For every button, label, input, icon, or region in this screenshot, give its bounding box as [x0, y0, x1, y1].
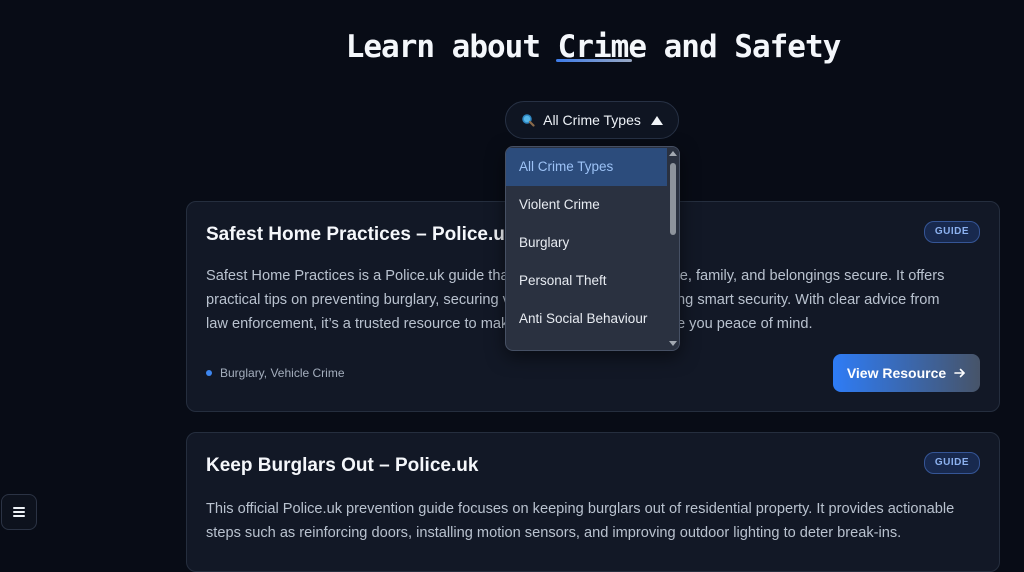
resource-title[interactable]: Keep Burglars Out – Police.uk [206, 455, 478, 477]
crime-type-dropdown[interactable]: All Crime Types Violent Crime Burglary P… [505, 146, 680, 351]
dropdown-option-anti-social-behaviour[interactable]: Anti Social Behaviour [506, 300, 669, 338]
description-line: steps such as reinforcing doors, install… [206, 525, 902, 541]
dropdown-scrollbar[interactable] [667, 147, 679, 350]
crime-type-filter-button[interactable]: All Crime Types [505, 101, 679, 139]
resource-title[interactable]: Safest Home Practices – Police.uk [206, 224, 515, 246]
dropdown-option-all-crime-types[interactable]: All Crime Types [506, 148, 669, 186]
tags-text: Burglary, Vehicle Crime [220, 366, 345, 380]
filter-label: All Crime Types [543, 112, 641, 128]
title-underline [556, 59, 632, 62]
search-icon [522, 114, 535, 127]
resource-type-badge: GUIDE [923, 221, 980, 243]
dropdown-option-personal-theft[interactable]: Personal Theft [506, 262, 669, 300]
view-resource-label: View Resource [846, 365, 947, 381]
resource-description: This official Police.uk prevention guide… [206, 497, 980, 545]
page-title: Learn about Crime and Safety [345, 28, 842, 65]
dropdown-option-burglary[interactable]: Burglary [506, 224, 669, 262]
hamburger-menu-icon [13, 507, 25, 517]
menu-button[interactable] [1, 494, 37, 530]
tag-dot-icon [206, 370, 212, 376]
dropdown-option-violent-crime[interactable]: Violent Crime [506, 186, 669, 224]
view-resource-button[interactable]: View Resource [833, 354, 980, 392]
scrollbar-thumb[interactable] [670, 163, 676, 235]
caret-up-icon [650, 115, 663, 125]
resource-tags: Burglary, Vehicle Crime [206, 366, 345, 380]
scroll-down-arrow-icon[interactable] [669, 341, 677, 346]
resource-type-badge: GUIDE [923, 452, 980, 474]
arrow-right-icon [954, 368, 965, 378]
resource-card: Keep Burglars Out – Police.uk GUIDE This… [186, 432, 1000, 572]
description-line: This official Police.uk prevention guide… [206, 501, 955, 517]
scroll-up-arrow-icon[interactable] [669, 151, 677, 156]
